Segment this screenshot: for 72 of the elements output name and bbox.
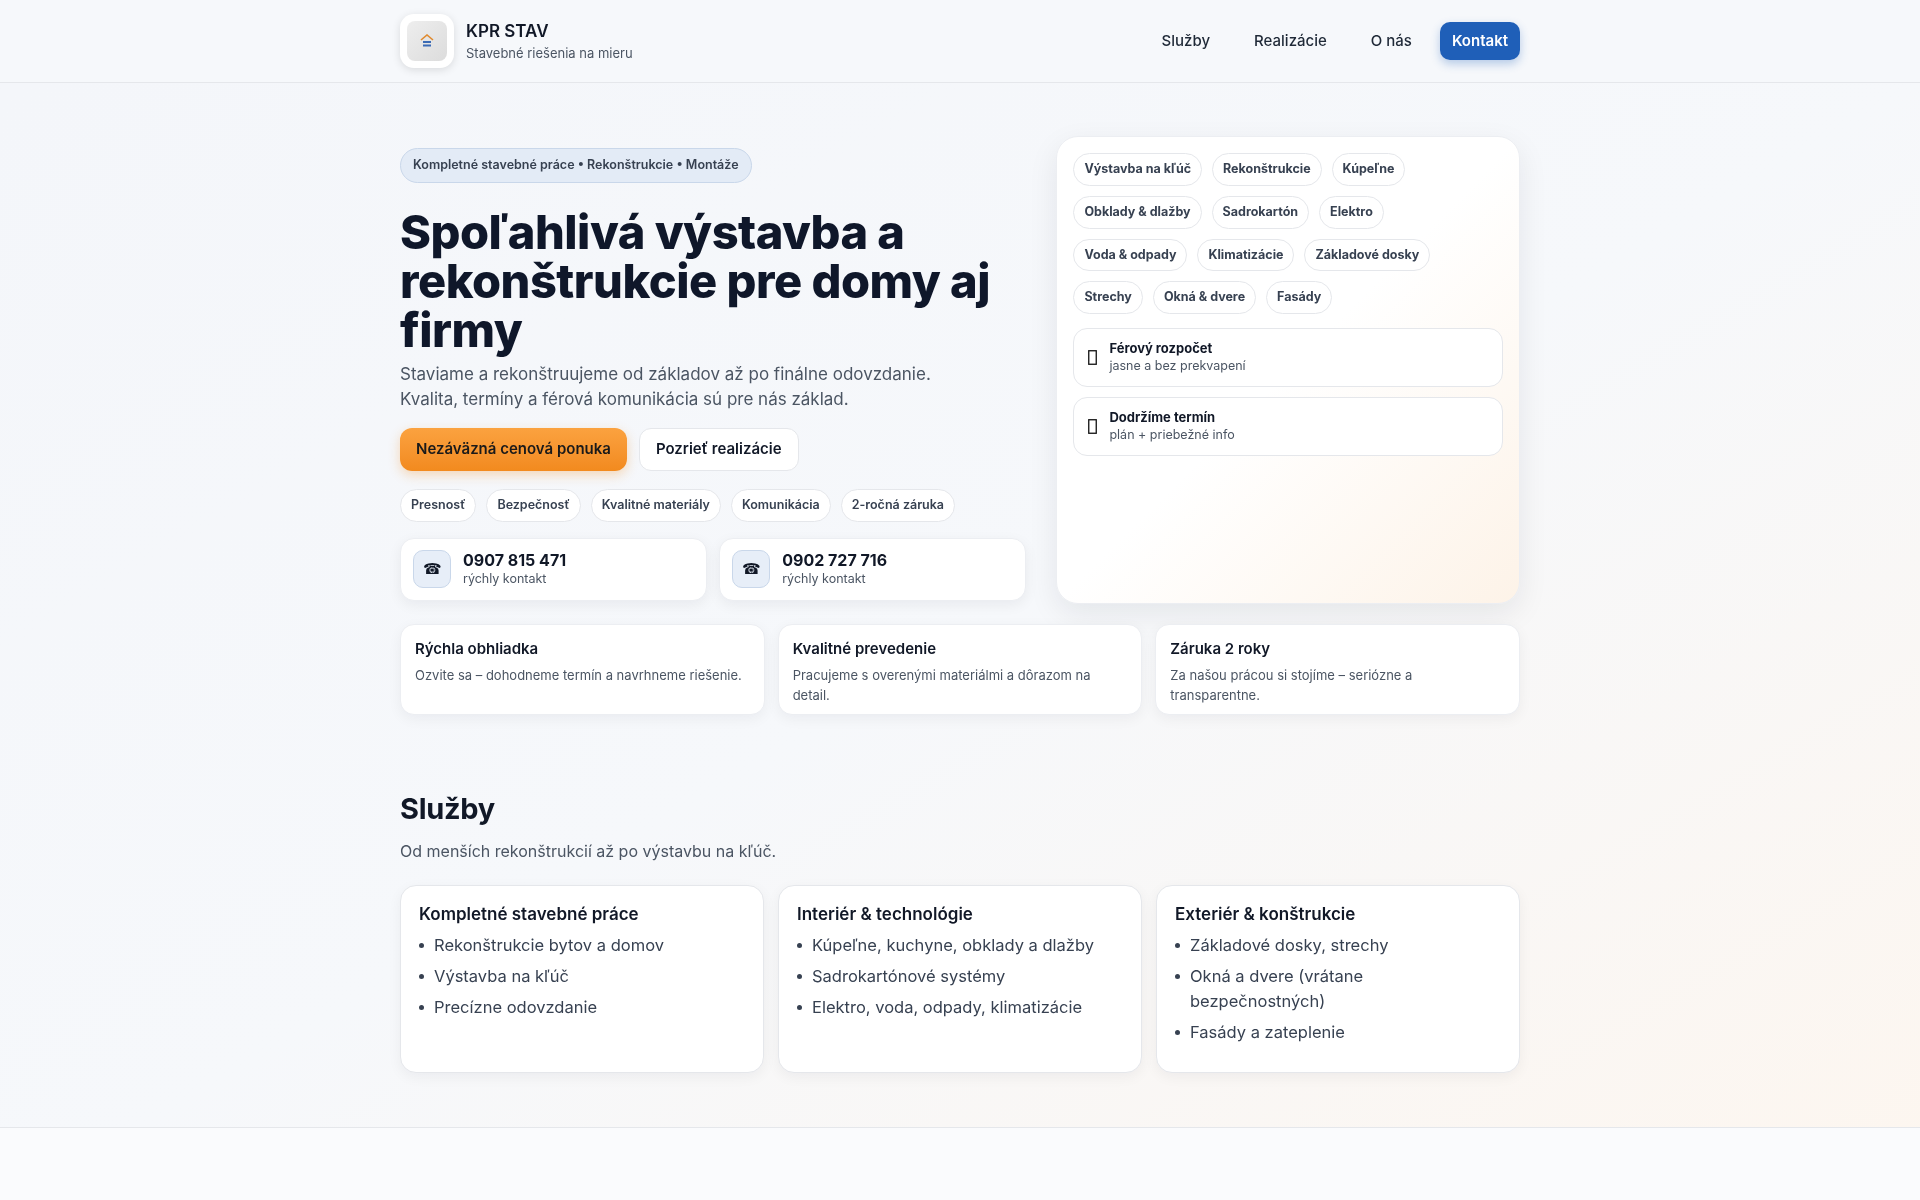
feature-text: Ozvite sa – dohodneme termín a navrhneme riešenie. bbox=[415, 665, 743, 685]
service-card-title: Exteriér & konštrukcie bbox=[1175, 902, 1357, 926]
hero-lead-text: Kvalita, termíny a férová komunikácia sú pre nás základ. bbox=[400, 387, 850, 411]
service-item: Precízne odovzdanie bbox=[434, 996, 598, 1019]
service-tag: Rekonštrukcie bbox=[1212, 153, 1322, 186]
value-pill: Presnosť bbox=[400, 488, 477, 522]
feature-title: Záruka 2 roky bbox=[1170, 638, 1272, 660]
hero-lead-text: Staviame a rekonštruujeme od základov až po finálne odovzdanie. bbox=[400, 362, 932, 386]
bullet-icon bbox=[419, 974, 424, 979]
promise-note: jasne a bez prekvapení bbox=[1109, 356, 1246, 375]
placeholder-glyph-icon bbox=[1088, 419, 1098, 434]
service-tag: Obklady & dlažby bbox=[1073, 195, 1202, 229]
phone-card[interactable]: ☎ 0902 727 716 rýchly kontakt bbox=[719, 537, 1027, 601]
feature-text: Za našou prácou si stojíme – seriózne a transparentne. bbox=[1170, 665, 1414, 705]
phone-number: 0902 727 716 bbox=[782, 549, 888, 570]
value-pill: Komunikácia bbox=[730, 488, 831, 522]
phone-note: rýchly kontakt bbox=[463, 569, 548, 588]
service-item: Okná a dvere (vrátane bezpečnostných) bbox=[1190, 965, 1365, 1013]
phone-note: rýchly kontakt bbox=[782, 569, 867, 588]
bullet-icon bbox=[1175, 974, 1180, 979]
promise-note: plán + priebežné info bbox=[1109, 425, 1235, 444]
feature-text: Pracujeme s overenými materiálmi a dôrazom na detail. bbox=[792, 665, 1092, 705]
section-subtitle: Od menších rekonštrukcií až po výstavbu na kľúč. bbox=[400, 839, 778, 863]
brand-name: KPR STAV bbox=[466, 19, 550, 43]
phone-icon: ☎ bbox=[413, 550, 451, 588]
service-tag: Elektro bbox=[1319, 195, 1384, 229]
service-tag: Okná & dvere bbox=[1152, 281, 1257, 314]
house-logo-icon bbox=[420, 34, 434, 48]
service-item: Základové dosky, strechy bbox=[1190, 934, 1389, 957]
bullet-icon bbox=[419, 1005, 424, 1010]
value-pill: Bezpečnosť bbox=[486, 488, 581, 522]
service-tag: Fasády bbox=[1266, 281, 1333, 314]
service-tag: Kúpeľne bbox=[1331, 153, 1406, 186]
service-item: Kúpeľne, kuchyne, obklady a dlažby bbox=[812, 934, 1094, 957]
phone-number: 0907 815 471 bbox=[463, 549, 567, 570]
section-heading: Služby bbox=[400, 790, 496, 828]
value-pill: Kvalitné materiály bbox=[590, 488, 721, 522]
promise-title: Férový rozpočet bbox=[1109, 339, 1214, 357]
nav-link[interactable]: Realizácie bbox=[1238, 21, 1343, 61]
service-card-title: Kompletné stavebné práce bbox=[419, 902, 640, 926]
bullet-icon bbox=[419, 943, 424, 948]
quote-button[interactable]: Nezáväzná cenová ponuka bbox=[400, 427, 627, 471]
placeholder-glyph-icon bbox=[1088, 350, 1098, 365]
nav-link[interactable]: O nás bbox=[1354, 21, 1428, 61]
bullet-icon bbox=[797, 974, 802, 979]
phone-icon: ☎ bbox=[732, 550, 771, 588]
service-item: Sadrokartónové systémy bbox=[812, 965, 1006, 988]
feature-title: Kvalitné prevedenie bbox=[792, 638, 938, 660]
service-item: Rekonštrukcie bytov a domov bbox=[434, 934, 664, 957]
nav-link[interactable]: Služby bbox=[1145, 21, 1227, 61]
feature-title: Rýchla obhliadka bbox=[415, 638, 540, 660]
bullet-icon bbox=[1175, 1030, 1180, 1035]
service-tag: Voda & odpady bbox=[1073, 238, 1188, 272]
bullet-icon bbox=[1175, 943, 1180, 948]
service-item: Výstavba na kľúč bbox=[434, 965, 569, 988]
service-card-title: Interiér & technológie bbox=[797, 902, 974, 926]
category-badge: Kompletné stavebné práce • Rekonštrukcie • Montáže bbox=[400, 148, 752, 183]
service-tag: Základové dosky bbox=[1304, 238, 1431, 272]
brand-tagline: Stavebné riešenia na mieru bbox=[466, 44, 633, 63]
portfolio-button[interactable]: Pozrieť realizácie bbox=[638, 427, 799, 471]
promise-title: Dodržíme termín bbox=[1109, 408, 1217, 426]
bullet-icon bbox=[797, 943, 802, 948]
service-tag: Strechy bbox=[1073, 281, 1143, 314]
service-tag: Klimatizácie bbox=[1197, 238, 1295, 272]
service-tag: Výstavba na kľúč bbox=[1073, 153, 1203, 186]
value-pill: 2-ročná záruka bbox=[840, 488, 956, 522]
bullet-icon bbox=[797, 1005, 802, 1010]
service-item: Elektro, voda, odpady, klimatizácie bbox=[812, 996, 1083, 1019]
phone-card[interactable]: ☎ 0907 815 471 rýchly kontakt bbox=[400, 537, 708, 601]
service-item: Fasády a zateplenie bbox=[1190, 1021, 1345, 1044]
contact-button[interactable]: Kontakt bbox=[1439, 21, 1520, 61]
service-tag: Sadrokartón bbox=[1211, 195, 1310, 229]
